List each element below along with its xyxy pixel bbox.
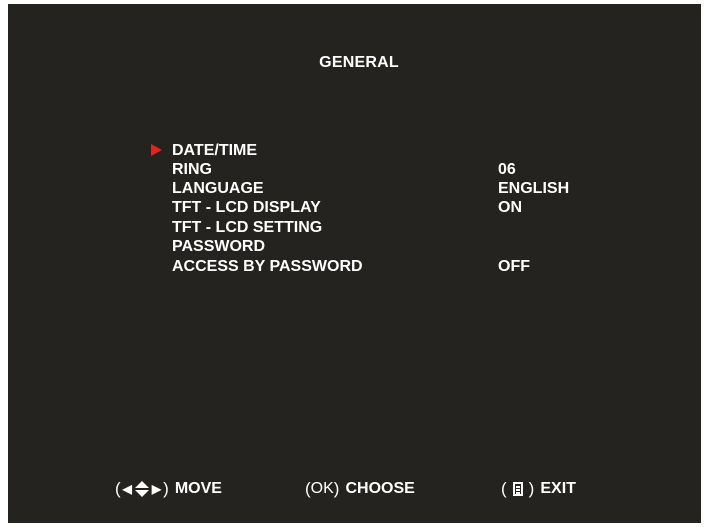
menu-item-label: DATE/TIME bbox=[172, 142, 258, 159]
menu-item-label: ACCESS BY PASSWORD bbox=[172, 258, 363, 275]
menu-item-value: ON bbox=[498, 199, 522, 216]
footer-exit-hint: ( ) EXIT bbox=[501, 477, 576, 501]
menu-item-access-by-password[interactable]: ACCESS BY PASSWORD OFF bbox=[8, 257, 701, 277]
left-arrow-icon: ◀ bbox=[122, 482, 132, 496]
menu-item-date-time[interactable]: DATE/TIME bbox=[8, 141, 701, 161]
page-title: GENERAL bbox=[319, 54, 399, 71]
menu-item-password[interactable]: PASSWORD bbox=[8, 237, 701, 257]
menu-item-value: OFF bbox=[498, 258, 530, 275]
menu-item-label: LANGUAGE bbox=[172, 180, 264, 197]
ok-key-label: OK bbox=[310, 480, 334, 497]
right-arrow-icon: ▶ bbox=[151, 482, 162, 496]
close-paren: ) bbox=[333, 479, 340, 498]
up-down-arrow-icon bbox=[134, 479, 149, 499]
menu-item-tft-lcd-display[interactable]: TFT - LCD DISPLAY ON bbox=[8, 198, 701, 218]
selection-cursor-icon bbox=[151, 144, 162, 156]
menu-item-tft-lcd-setting[interactable]: TFT - LCD SETTING bbox=[8, 218, 701, 238]
menu-item-value: 06 bbox=[498, 161, 516, 178]
menu-item-label: PASSWORD bbox=[172, 238, 266, 255]
menu-item-ring[interactable]: RING 06 bbox=[8, 160, 701, 180]
footer-move-label: MOVE bbox=[174, 480, 222, 497]
menu-item-label: TFT - LCD DISPLAY bbox=[172, 199, 321, 216]
close-paren: ) bbox=[528, 479, 535, 498]
osd-screen: GENERAL DATE/TIME RING 06 LANGUAGE ENGLI… bbox=[8, 4, 701, 523]
footer-choose-label: CHOOSE bbox=[345, 480, 415, 497]
footer-move-hint: ( ◀ ▶ ) MOVE bbox=[115, 477, 222, 501]
menu-item-value: ENGLISH bbox=[498, 180, 570, 197]
menu-item-label: TFT - LCD SETTING bbox=[172, 219, 323, 236]
footer-exit-label: EXIT bbox=[540, 480, 576, 497]
open-paren: ( bbox=[501, 479, 507, 498]
open-paren: ( bbox=[115, 479, 121, 498]
menu-icon bbox=[512, 482, 523, 496]
menu-item-language[interactable]: LANGUAGE ENGLISH bbox=[8, 179, 701, 199]
close-paren: ) bbox=[163, 479, 169, 498]
footer-choose-hint: ( OK ) CHOOSE bbox=[305, 477, 415, 501]
menu-item-label: RING bbox=[172, 161, 212, 178]
